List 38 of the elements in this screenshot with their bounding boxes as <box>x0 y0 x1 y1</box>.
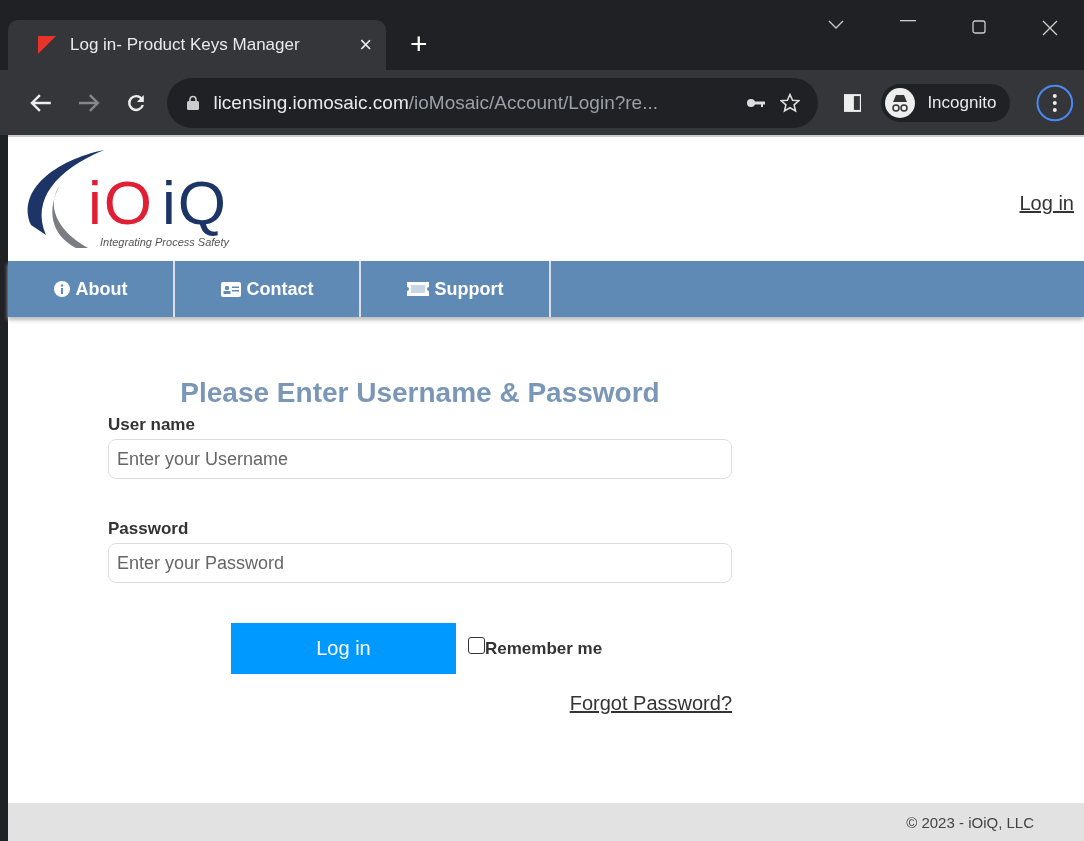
field-label: Password <box>108 519 190 539</box>
forgot-password-link[interactable]: Forgot Password? <box>569 692 732 715</box>
field-label: User name <box>108 415 196 435</box>
form-title: Please Enter Username & Password <box>179 377 661 409</box>
flag-icon <box>38 36 56 54</box>
close-icon[interactable] <box>1042 20 1058 36</box>
ticket-icon <box>406 282 429 296</box>
minimize-icon[interactable] <box>900 20 916 22</box>
reload-icon[interactable] <box>125 92 146 113</box>
nav-item[interactable]: Support <box>361 261 551 317</box>
new-tab-button[interactable]: + <box>404 26 434 62</box>
copyright-text: © 2023 - iOiQ, LLC <box>906 813 1034 831</box>
key-icon[interactable] <box>745 97 766 108</box>
lock-icon <box>187 95 200 110</box>
checkbox[interactable] <box>468 637 485 654</box>
nav-item[interactable]: Contact <box>175 261 361 317</box>
address-bar[interactable]: licensing.iomosaic.com/ioMosaic/Account/Login?re... <box>167 77 818 128</box>
side-panel-icon[interactable] <box>843 93 862 112</box>
tab-title: Log in- Product Keys Manager <box>70 35 301 55</box>
browser-tab[interactable]: Log in- Product Keys Manager × <box>8 20 386 70</box>
url-text: licensing.iomosaic.com/ioMosaic/Account/Login?re... <box>213 91 659 114</box>
back-icon[interactable] <box>30 92 52 113</box>
close-tab-button[interactable]: × <box>353 32 378 58</box>
checkbox-label: Remember me <box>485 638 603 659</box>
incognito-badge[interactable]: Incognito <box>881 83 1011 122</box>
star-icon[interactable] <box>779 92 800 113</box>
input-field[interactable]: Enter your Password <box>108 543 732 583</box>
contact-card-icon <box>220 281 241 297</box>
menu-icon[interactable] <box>1036 83 1074 122</box>
nav-item[interactable]: About <box>8 261 175 317</box>
incognito-icon <box>885 87 916 118</box>
input-field[interactable]: Enter your Username <box>108 439 732 479</box>
logo[interactable]: iO iQ Integrating Process Safety <box>16 146 241 252</box>
maximize-icon[interactable] <box>972 20 986 34</box>
chevron-down-icon[interactable] <box>828 20 844 30</box>
login-link[interactable]: Log in <box>1019 191 1074 215</box>
forward-icon[interactable] <box>77 92 100 113</box>
info-icon <box>53 281 70 297</box>
